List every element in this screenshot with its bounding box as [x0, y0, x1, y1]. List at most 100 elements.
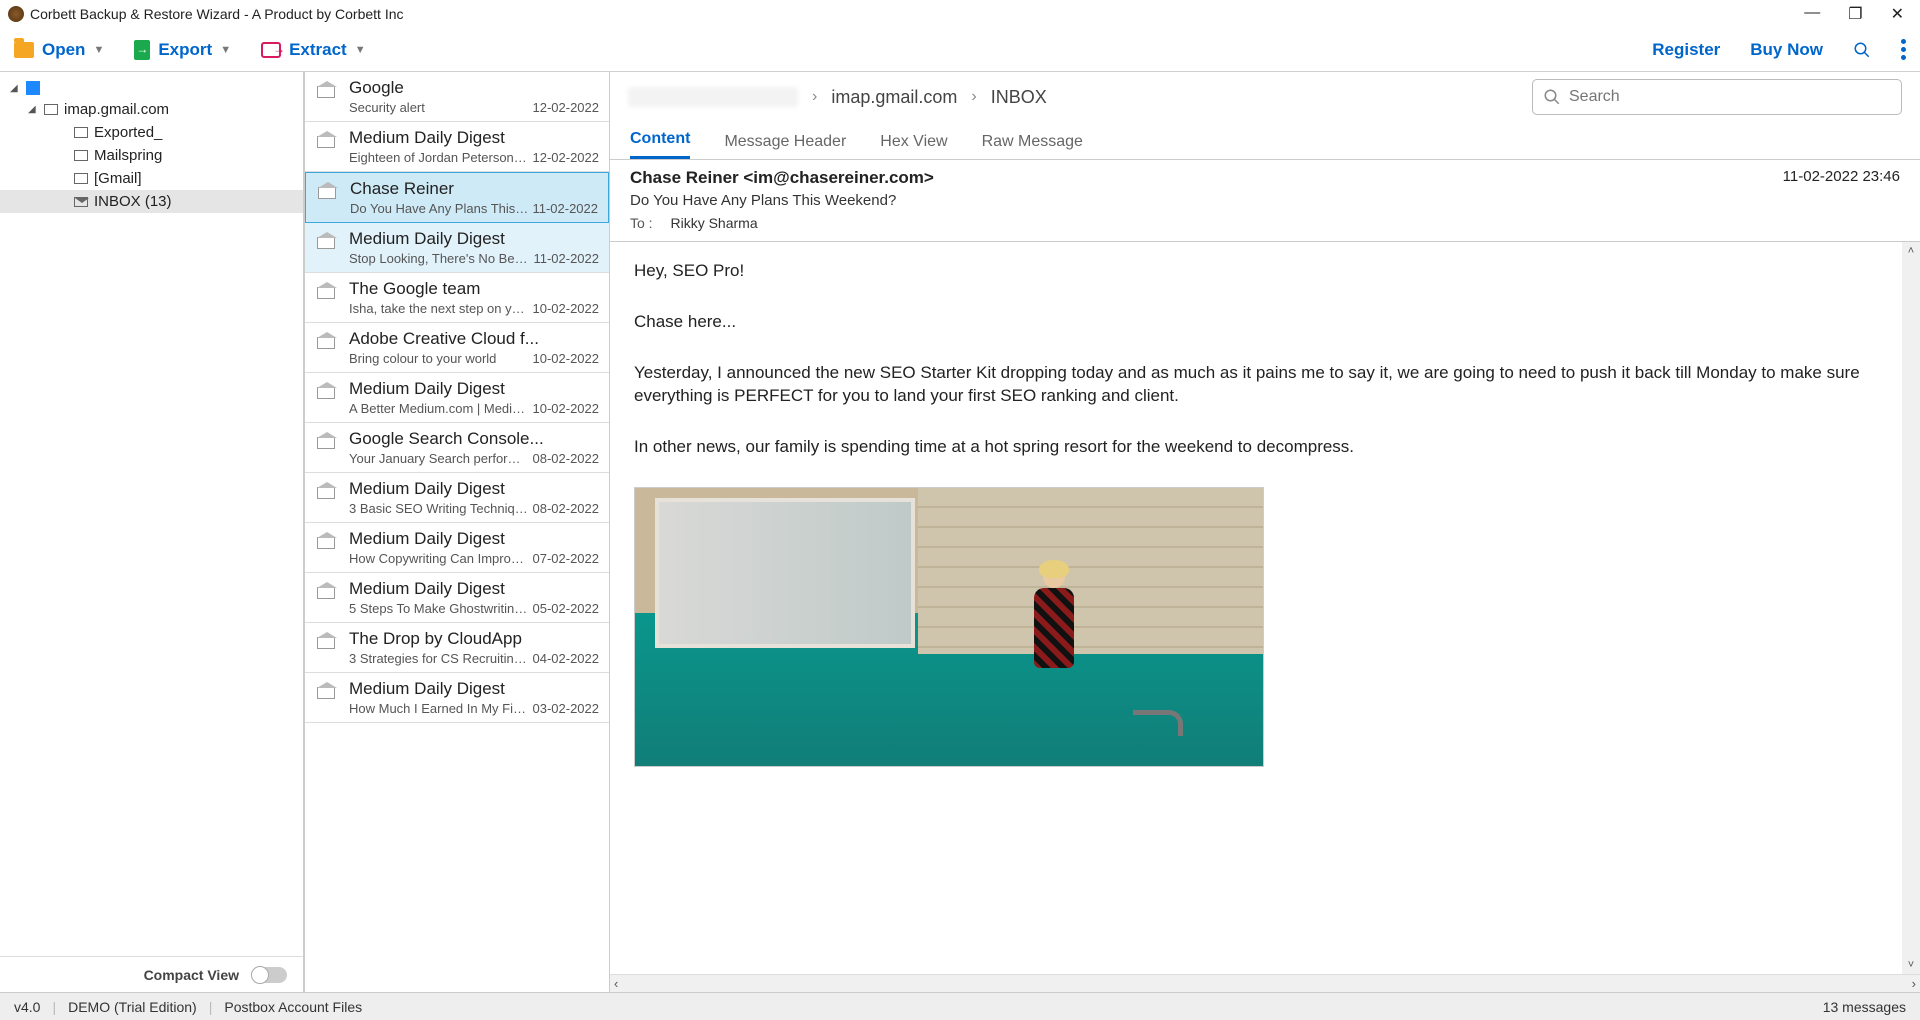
embedded-image — [634, 487, 1264, 767]
search-icon[interactable] — [1853, 41, 1871, 59]
breadcrumb-row: › imap.gmail.com › INBOX — [610, 72, 1920, 122]
folder-label: Mailspring — [94, 147, 162, 164]
message-to-row: To : Rikky Sharma — [630, 215, 1900, 231]
close-button[interactable]: ✕ — [1891, 4, 1904, 24]
vertical-scrollbar[interactable]: ˄ ˅ — [1902, 242, 1920, 974]
export-icon — [134, 40, 150, 60]
message-subject-preview: Bring colour to your world — [349, 351, 496, 366]
scroll-down-icon[interactable]: ˅ — [1902, 956, 1920, 974]
message-item[interactable]: Google Security alert12-02-2022 — [305, 72, 609, 122]
horizontal-scrollbar[interactable]: ‹ › — [610, 974, 1920, 992]
tab-hex-view[interactable]: Hex View — [880, 133, 947, 159]
message-sender: Google Search Console... — [349, 429, 599, 449]
message-subject: Do You Have Any Plans This Weekend? — [630, 192, 1900, 209]
tree-root[interactable]: ◢ — [0, 78, 303, 98]
message-sender: The Google team — [349, 279, 599, 299]
title-bar: Corbett Backup & Restore Wizard - A Prod… — [0, 0, 1920, 28]
status-source: Postbox Account Files — [224, 999, 362, 1015]
message-sender: Medium Daily Digest — [349, 529, 599, 549]
message-item[interactable]: Medium Daily Digest A Better Medium.com … — [305, 373, 609, 423]
message-header: Chase Reiner <im@chasereiner.com> Do You… — [610, 160, 1920, 242]
search-input[interactable] — [1569, 88, 1891, 106]
folder-icon — [44, 104, 58, 115]
message-date: 12-02-2022 — [533, 100, 600, 115]
message-date: 08-02-2022 — [533, 501, 600, 516]
message-date: 11-02-2022 — [532, 201, 598, 216]
message-body[interactable]: Hey, SEO Pro! Chase here... Yesterday, I… — [610, 242, 1920, 974]
buy-now-link[interactable]: Buy Now — [1750, 40, 1823, 60]
chevron-right-icon: › — [971, 88, 976, 106]
export-button[interactable]: Export ▼ — [134, 40, 231, 60]
message-subject-preview: 5 Steps To Make Ghostwriting Wo — [349, 601, 529, 616]
root-icon — [26, 81, 40, 95]
envelope-icon — [317, 237, 335, 249]
message-sender: Medium Daily Digest — [349, 579, 599, 599]
breadcrumb-folder[interactable]: INBOX — [991, 87, 1047, 108]
register-link[interactable]: Register — [1652, 40, 1720, 60]
tree-folder[interactable]: Exported_ — [0, 121, 303, 144]
extract-label: Extract — [289, 40, 347, 60]
search-box[interactable] — [1532, 79, 1902, 115]
scroll-right-icon[interactable]: › — [1912, 976, 1916, 991]
maximize-button[interactable]: ❐ — [1848, 4, 1862, 24]
message-item[interactable]: Adobe Creative Cloud f... Bring colour t… — [305, 323, 609, 373]
more-menu-icon[interactable] — [1901, 39, 1906, 60]
folder-icon — [74, 150, 88, 161]
envelope-icon — [317, 437, 335, 449]
envelope-icon — [317, 136, 335, 148]
folder-icon — [74, 173, 88, 184]
sidebar: ◢ ◢ imap.gmail.com Exported_ Mailspring [G… — [0, 72, 305, 992]
extract-button[interactable]: Extract ▼ — [261, 40, 366, 60]
tree-folder[interactable]: INBOX (13) — [0, 190, 303, 213]
message-item[interactable]: Chase Reiner Do You Have Any Plans This … — [305, 172, 609, 223]
message-sender: The Drop by CloudApp — [349, 629, 599, 649]
envelope-icon — [317, 387, 335, 399]
message-sender: Google — [349, 78, 599, 98]
tree-folder[interactable]: [Gmail] — [0, 167, 303, 190]
tree-account[interactable]: ◢ imap.gmail.com — [0, 98, 303, 121]
compact-view-label: Compact View — [144, 967, 239, 983]
scroll-up-icon[interactable]: ˄ — [1902, 242, 1920, 260]
compact-view-toggle[interactable] — [251, 967, 287, 983]
message-item[interactable]: Medium Daily Digest How Much I Earned In… — [305, 673, 609, 723]
message-date: 12-02-2022 — [533, 150, 600, 165]
collapse-icon: ◢ — [28, 104, 38, 115]
message-sender: Chase Reiner — [350, 179, 598, 199]
message-item[interactable]: Medium Daily Digest Stop Looking, There'… — [305, 223, 609, 273]
open-button[interactable]: Open ▼ — [14, 40, 104, 60]
tab-message-header[interactable]: Message Header — [724, 133, 846, 159]
message-item[interactable]: Medium Daily Digest 5 Steps To Make Ghos… — [305, 573, 609, 623]
message-subject-preview: 3 Strategies for CS Recruiting | Cl — [349, 651, 529, 666]
message-date: 10-02-2022 — [533, 301, 600, 316]
message-sender: Medium Daily Digest — [349, 229, 599, 249]
message-date: 05-02-2022 — [533, 601, 600, 616]
breadcrumb-account[interactable]: imap.gmail.com — [831, 87, 957, 108]
message-item[interactable]: The Google team Isha, take the next step… — [305, 273, 609, 323]
message-item[interactable]: Google Search Console... Your January Se… — [305, 423, 609, 473]
message-item[interactable]: Medium Daily Digest Eighteen of Jordan P… — [305, 122, 609, 172]
message-sender: Medium Daily Digest — [349, 128, 599, 148]
tab-content[interactable]: Content — [630, 130, 690, 159]
collapse-icon: ◢ — [10, 83, 20, 94]
envelope-icon — [317, 337, 335, 349]
body-paragraph: Hey, SEO Pro! — [634, 260, 1896, 283]
envelope-icon — [317, 587, 335, 599]
chevron-down-icon: ▼ — [93, 44, 104, 56]
minimize-button[interactable]: — — [1804, 4, 1820, 24]
message-item[interactable]: Medium Daily Digest 3 Basic SEO Writing … — [305, 473, 609, 523]
tab-raw-message[interactable]: Raw Message — [982, 133, 1083, 159]
scroll-left-icon[interactable]: ‹ — [614, 976, 618, 991]
message-date: 10-02-2022 — [533, 401, 600, 416]
message-item[interactable]: Medium Daily Digest How Copywriting Can … — [305, 523, 609, 573]
envelope-icon — [317, 287, 335, 299]
message-datetime: 11-02-2022 23:46 — [1783, 168, 1900, 185]
envelope-icon — [317, 487, 335, 499]
envelope-icon — [317, 86, 335, 98]
folder-label: INBOX (13) — [94, 193, 172, 210]
message-subject-preview: Do You Have Any Plans This Week — [350, 201, 530, 216]
to-label: To : — [630, 215, 653, 231]
message-item[interactable]: The Drop by CloudApp 3 Strategies for CS… — [305, 623, 609, 673]
body-paragraph: In other news, our family is spending ti… — [634, 436, 1896, 459]
tree-folder[interactable]: Mailspring — [0, 144, 303, 167]
body-area: ◢ ◢ imap.gmail.com Exported_ Mailspring [G… — [0, 72, 1920, 992]
